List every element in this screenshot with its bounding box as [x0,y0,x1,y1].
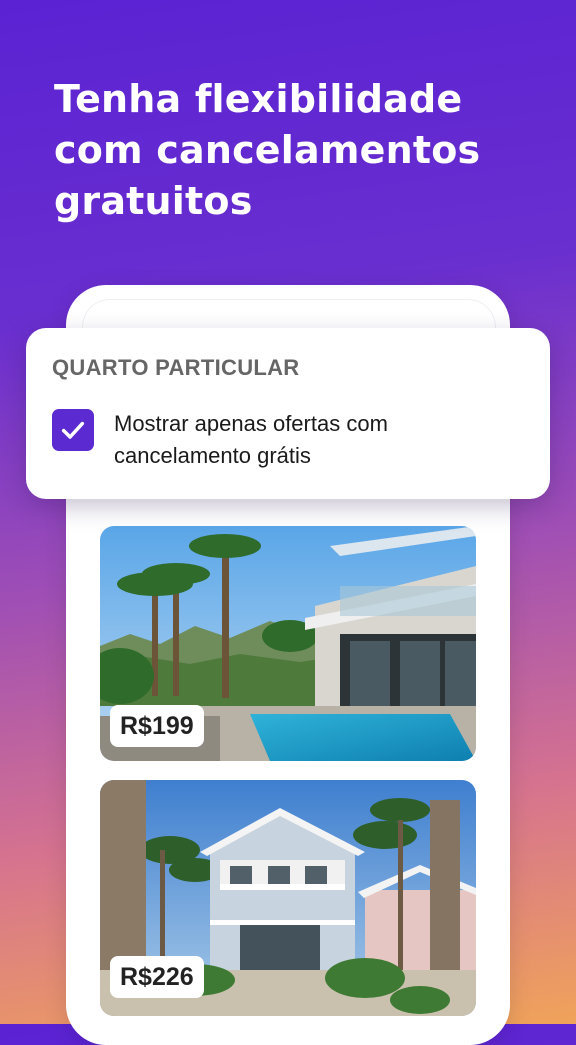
listing-card-1[interactable]: R$199 [100,526,476,761]
listing-price-1: R$199 [110,705,204,747]
headline-line-1: Tenha flexibilidade [54,77,463,121]
filter-card: QUARTO PARTICULAR Mostrar apenas ofertas… [26,328,550,499]
headline-line-3: gratuitos [54,179,253,223]
checkmark-icon [61,421,85,439]
free-cancellation-label[interactable]: Mostrar apenas ofertas com cancelamento … [114,408,514,472]
headline-line-2: com cancelamentos [54,128,481,172]
headline: Tenha flexibilidade com cancelamentos gr… [54,74,534,227]
listing-card-2[interactable]: R$226 [100,780,476,1016]
free-cancellation-checkbox[interactable] [52,409,94,451]
filter-title: QUARTO PARTICULAR [52,355,300,380]
listing-price-2: R$226 [110,956,204,998]
phone-screen-edge [82,299,496,330]
